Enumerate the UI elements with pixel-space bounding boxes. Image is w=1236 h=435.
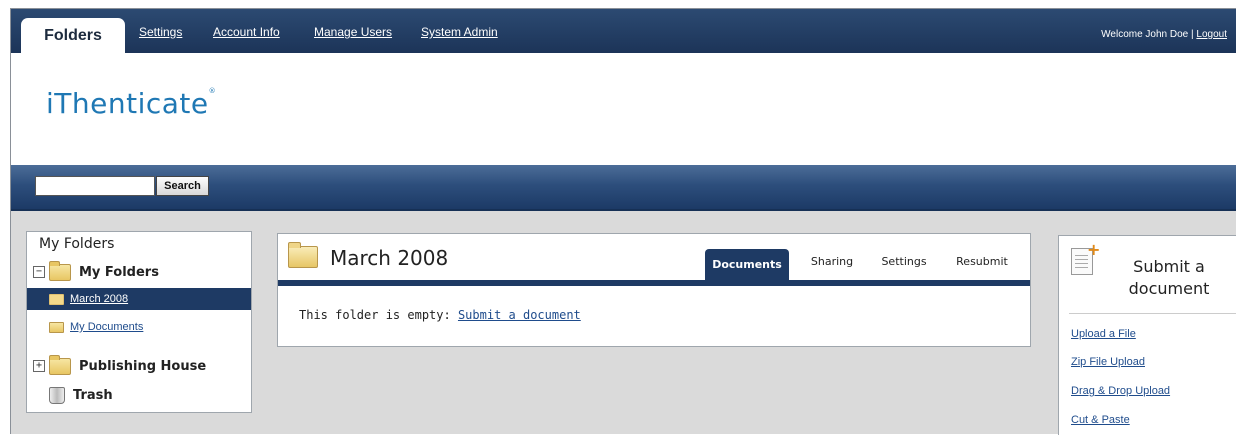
folder-link-my-documents[interactable]: My Documents	[70, 321, 143, 333]
nav-link-system-admin[interactable]: System Admin	[421, 25, 498, 39]
folder-label-trash: Trash	[73, 387, 113, 403]
folder-label-publishing-house: Publishing House	[79, 358, 207, 374]
folder-link-march-2008[interactable]: March 2008	[70, 293, 128, 305]
folder-icon	[288, 242, 318, 268]
folders-sidebar: My Folders − My Folders March 2008 My Do…	[26, 231, 252, 413]
folder-icon	[49, 321, 64, 333]
logout-link[interactable]: Logout	[1196, 29, 1227, 40]
submit-box-title-line1: Submit a	[1133, 257, 1205, 276]
submit-document-link[interactable]: Submit a document	[458, 308, 581, 322]
search-button[interactable]: Search	[156, 176, 209, 196]
sidebar-title: My Folders	[39, 236, 115, 252]
logo-text: iThenticate	[46, 87, 209, 120]
empty-folder-text: This folder is empty:	[299, 308, 451, 322]
nav-link-manage-users[interactable]: Manage Users	[314, 25, 392, 39]
trash-icon	[49, 386, 65, 404]
tab-sharing[interactable]: Sharing	[802, 249, 862, 273]
cut-paste-link[interactable]: Cut & Paste	[1071, 414, 1130, 426]
welcome-text: Welcome John Doe |	[1101, 29, 1194, 40]
tab-folders[interactable]: Folders	[21, 18, 125, 53]
panel-title: March 2008	[330, 246, 449, 270]
folder-item-my-documents[interactable]: My Documents	[27, 316, 251, 338]
top-navigation: Folders Settings Account Info Manage Use…	[11, 9, 1236, 53]
folder-item-publishing-house[interactable]: + Publishing House	[27, 354, 251, 377]
upload-file-link[interactable]: Upload a File	[1071, 328, 1136, 340]
expand-icon[interactable]: +	[33, 360, 45, 372]
tab-resubmit[interactable]: Resubmit	[948, 249, 1016, 273]
folder-icon	[49, 260, 71, 281]
tab-settings[interactable]: Settings	[874, 249, 934, 273]
submit-box-title: Submit a document	[1109, 256, 1229, 300]
folder-item-march-2008[interactable]: March 2008	[27, 288, 251, 310]
welcome-area: Welcome John Doe | Logout	[1101, 29, 1227, 40]
panel-header: March 2008 Documents Sharing Settings Re…	[278, 234, 1030, 286]
submit-document-box: + Submit a document Upload a File Zip Fi…	[1058, 235, 1236, 435]
drag-drop-upload-link[interactable]: Drag & Drop Upload	[1071, 385, 1170, 397]
folder-label-my-folders: My Folders	[79, 264, 159, 280]
new-document-icon: +	[1071, 242, 1100, 275]
search-bar: Search	[11, 165, 1236, 211]
content-area: My Folders − My Folders March 2008 My Do…	[11, 211, 1236, 435]
folder-icon	[49, 354, 71, 375]
collapse-icon[interactable]: −	[33, 266, 45, 278]
open-folder-icon	[49, 293, 64, 305]
divider	[1069, 313, 1236, 314]
folder-panel: March 2008 Documents Sharing Settings Re…	[277, 233, 1031, 347]
search-input[interactable]	[35, 176, 155, 196]
nav-link-settings[interactable]: Settings	[139, 25, 182, 39]
ithenticate-logo[interactable]: iThenticate®	[46, 87, 216, 120]
app-window: Folders Settings Account Info Manage Use…	[10, 8, 1236, 435]
logo-registered-mark: ®	[208, 87, 217, 95]
folder-tree-root[interactable]: − My Folders	[27, 260, 251, 283]
folder-item-trash[interactable]: Trash	[27, 384, 251, 406]
zip-file-upload-link[interactable]: Zip File Upload	[1071, 356, 1145, 368]
submit-box-title-line2: document	[1128, 279, 1210, 298]
empty-folder-message: This folder is empty: Submit a document	[299, 308, 581, 322]
tab-documents[interactable]: Documents	[705, 249, 789, 280]
nav-link-account-info[interactable]: Account Info	[213, 25, 280, 39]
